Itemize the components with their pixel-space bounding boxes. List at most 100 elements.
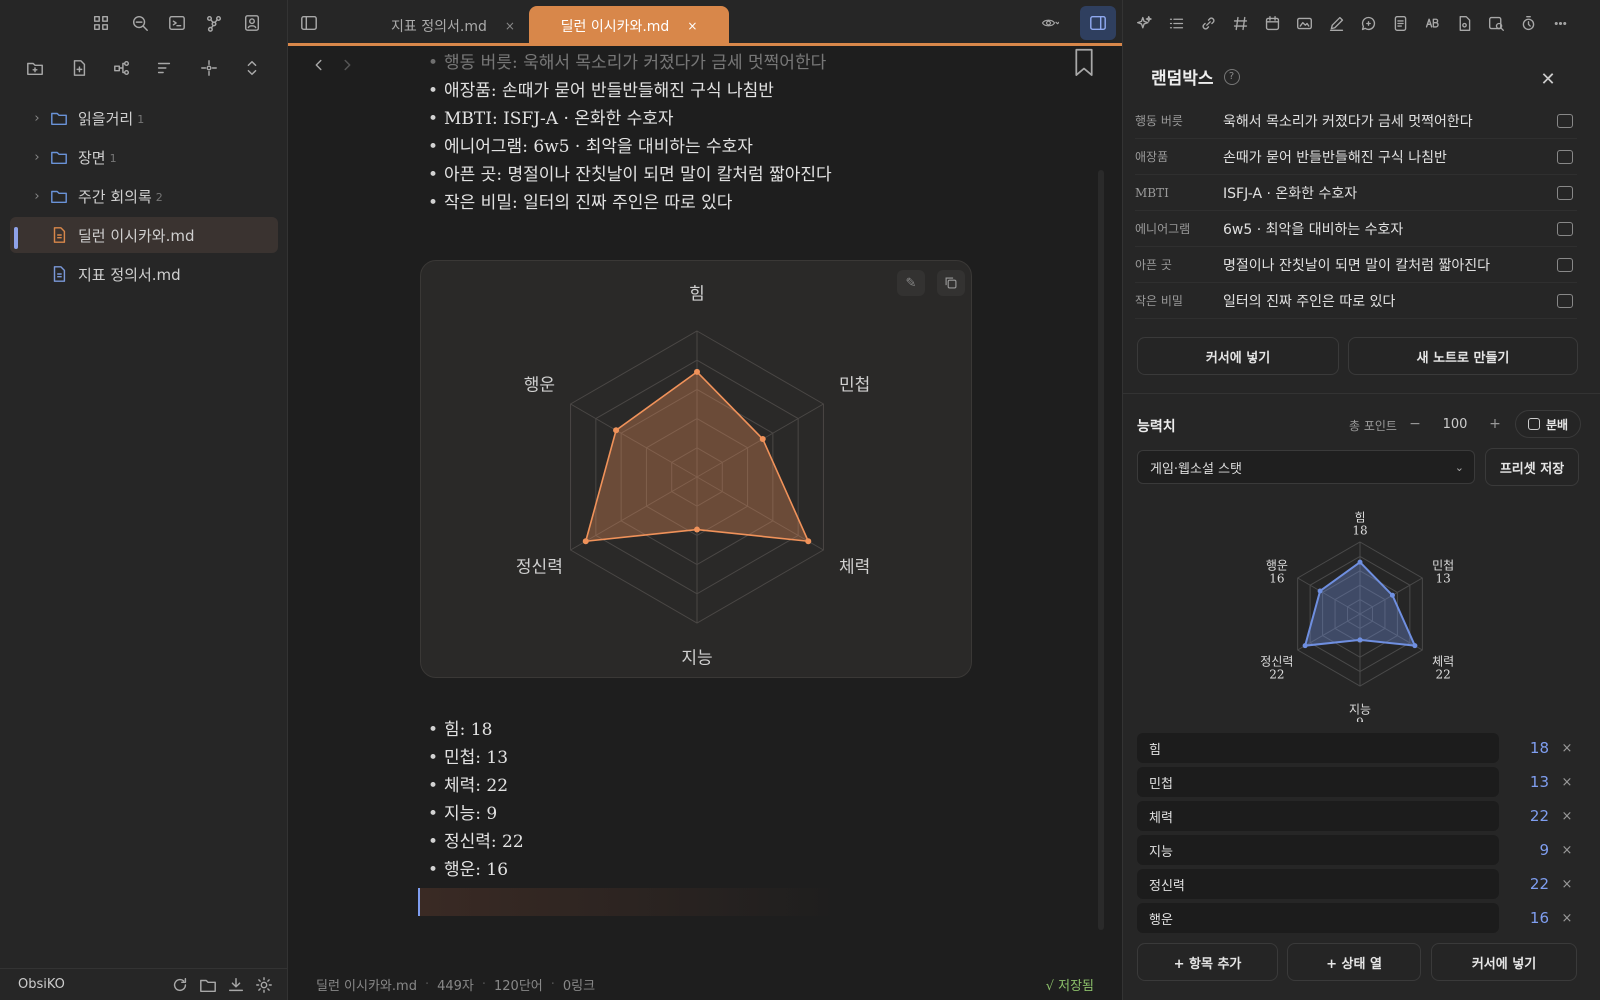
save-preset-button[interactable]: 프리셋 저장: [1485, 448, 1579, 486]
reroll-icon[interactable]: [1557, 149, 1573, 164]
search-icon[interactable]: [127, 10, 153, 36]
link-icon[interactable]: [1195, 10, 1221, 36]
close-icon[interactable]: ×: [505, 19, 515, 33]
file-item[interactable]: 지표 정의서.md: [10, 256, 278, 292]
stat-value-input[interactable]: 18: [1499, 739, 1549, 757]
new-note-button[interactable]: 새 노트로 만들기: [1348, 337, 1578, 375]
remove-stat-button[interactable]: ×: [1549, 843, 1585, 858]
new-folder-icon[interactable]: [22, 55, 48, 81]
tab-dylan-ishikawa[interactable]: 딜런 이시카와.md ×: [529, 6, 729, 46]
reroll-icon[interactable]: [1557, 293, 1573, 308]
focus-icon[interactable]: [196, 55, 222, 81]
reroll-icon[interactable]: [1557, 113, 1573, 128]
trait-row: 에니어그램 6w5 · 최악을 대비하는 수호자: [1135, 211, 1577, 247]
preset-select[interactable]: 게임·웹소설 스탯 ⌄: [1137, 450, 1475, 484]
sidebar-toggle-icon[interactable]: [296, 10, 322, 36]
tab-metrics-spec[interactable]: 지표 정의서.md ×: [358, 6, 548, 46]
reroll-icon[interactable]: [1557, 257, 1573, 272]
cursor-line[interactable]: [418, 888, 838, 916]
data-point: [613, 427, 620, 434]
chevron-right-icon[interactable]: ›: [26, 150, 48, 165]
remove-stat-button[interactable]: ×: [1549, 741, 1585, 756]
sync-icon[interactable]: [166, 976, 194, 994]
help-icon[interactable]: ?: [1223, 68, 1240, 85]
graph-icon[interactable]: [201, 10, 227, 36]
panel-title: 랜덤박스: [1151, 69, 1214, 89]
file-icon[interactable]: [1451, 10, 1477, 36]
stat-name-input[interactable]: 행운: [1137, 903, 1499, 933]
insert-at-cursor-button-2[interactable]: 커서에 넣기: [1431, 943, 1577, 981]
vault-name[interactable]: ObsiKO: [18, 977, 166, 992]
bookmark-icon[interactable]: [1070, 46, 1098, 80]
edit-icon[interactable]: ✎: [897, 270, 925, 296]
more-icon[interactable]: [1547, 10, 1573, 36]
hash-icon[interactable]: [1227, 10, 1253, 36]
copy-icon[interactable]: [937, 270, 965, 296]
settings-icon[interactable]: [250, 976, 278, 994]
terminal-icon[interactable]: [164, 10, 190, 36]
file-item[interactable]: 딜런 이시카와.md: [10, 217, 278, 253]
remove-stat-button[interactable]: ×: [1549, 775, 1585, 790]
distribute-button[interactable]: 분배: [1515, 410, 1581, 438]
pen-icon[interactable]: [1323, 10, 1349, 36]
forward-icon[interactable]: [336, 54, 358, 76]
dice-icon: [1527, 418, 1540, 430]
remove-stat-button[interactable]: ×: [1549, 911, 1585, 926]
doc-icon[interactable]: [1387, 10, 1413, 36]
contact-icon[interactable]: [239, 10, 265, 36]
stat-name-input[interactable]: 민첩: [1137, 767, 1499, 797]
trait-value: 욱해서 목소리가 커졌다가 금세 멋쩍어한다: [1223, 113, 1473, 130]
increment-button[interactable]: +: [1485, 416, 1505, 432]
folder-item[interactable]: › 읽을거리 1: [10, 100, 278, 136]
chat-icon[interactable]: [1355, 10, 1381, 36]
folder-item[interactable]: › 장면 1: [10, 139, 278, 175]
sort-icon[interactable]: [151, 55, 177, 81]
download-icon[interactable]: [222, 976, 250, 994]
reroll-icon[interactable]: [1557, 221, 1573, 236]
sparkle-icon[interactable]: [1131, 10, 1157, 36]
remove-stat-button[interactable]: ×: [1549, 877, 1585, 892]
list-icon[interactable]: [1163, 10, 1189, 36]
stat-value-input[interactable]: 16: [1499, 909, 1549, 927]
total-stepper[interactable]: − 100 +: [1405, 410, 1505, 438]
scrollbar[interactable]: [1098, 170, 1104, 930]
remove-stat-button[interactable]: ×: [1549, 809, 1585, 824]
chevron-right-icon[interactable]: ›: [26, 189, 48, 204]
stat-value-input[interactable]: 22: [1499, 875, 1549, 893]
close-icon[interactable]: ✕: [1535, 66, 1561, 92]
reroll-icon[interactable]: [1557, 185, 1573, 200]
collapse-icon[interactable]: [239, 55, 265, 81]
data-point: [1357, 559, 1363, 565]
add-item-button[interactable]: + 항목 추가: [1137, 943, 1278, 981]
total-value[interactable]: 100: [1443, 417, 1468, 432]
image-icon[interactable]: [1291, 10, 1317, 36]
timer-icon[interactable]: [1515, 10, 1541, 36]
stat-value-input[interactable]: 9: [1499, 841, 1549, 859]
chevron-right-icon[interactable]: ›: [26, 111, 48, 126]
value-label: 16: [1269, 572, 1284, 586]
calendar-icon[interactable]: [1259, 10, 1285, 36]
folder-icon[interactable]: [194, 976, 222, 994]
close-icon[interactable]: ×: [687, 19, 697, 33]
axis-label: 정신력: [516, 558, 563, 578]
stat-value-input[interactable]: 13: [1499, 773, 1549, 791]
stat-name-input[interactable]: 정신력: [1137, 869, 1499, 899]
spell-icon[interactable]: [1419, 10, 1445, 36]
structure-icon[interactable]: [109, 55, 135, 81]
reading-view-icon[interactable]: [1030, 10, 1070, 36]
stat-name-input[interactable]: 체력: [1137, 801, 1499, 831]
right-sidebar-toggle-icon[interactable]: [1080, 6, 1116, 40]
stat-name-input[interactable]: 지능: [1137, 835, 1499, 865]
stat-value-input[interactable]: 22: [1499, 807, 1549, 825]
value-label: 22: [1435, 668, 1450, 682]
new-note-icon[interactable]: [66, 55, 92, 81]
insert-at-cursor-button[interactable]: 커서에 넣기: [1137, 337, 1339, 375]
list-item: 지능: 9: [428, 800, 524, 828]
back-icon[interactable]: [308, 54, 330, 76]
decrement-button[interactable]: −: [1405, 416, 1425, 432]
find-icon[interactable]: [1483, 10, 1509, 36]
stat-name-input[interactable]: 힘: [1137, 733, 1499, 763]
dashboard-icon[interactable]: [88, 10, 114, 36]
status-column-button[interactable]: + 상태 열: [1287, 943, 1421, 981]
folder-item[interactable]: › 주간 회의록 2: [10, 178, 278, 214]
